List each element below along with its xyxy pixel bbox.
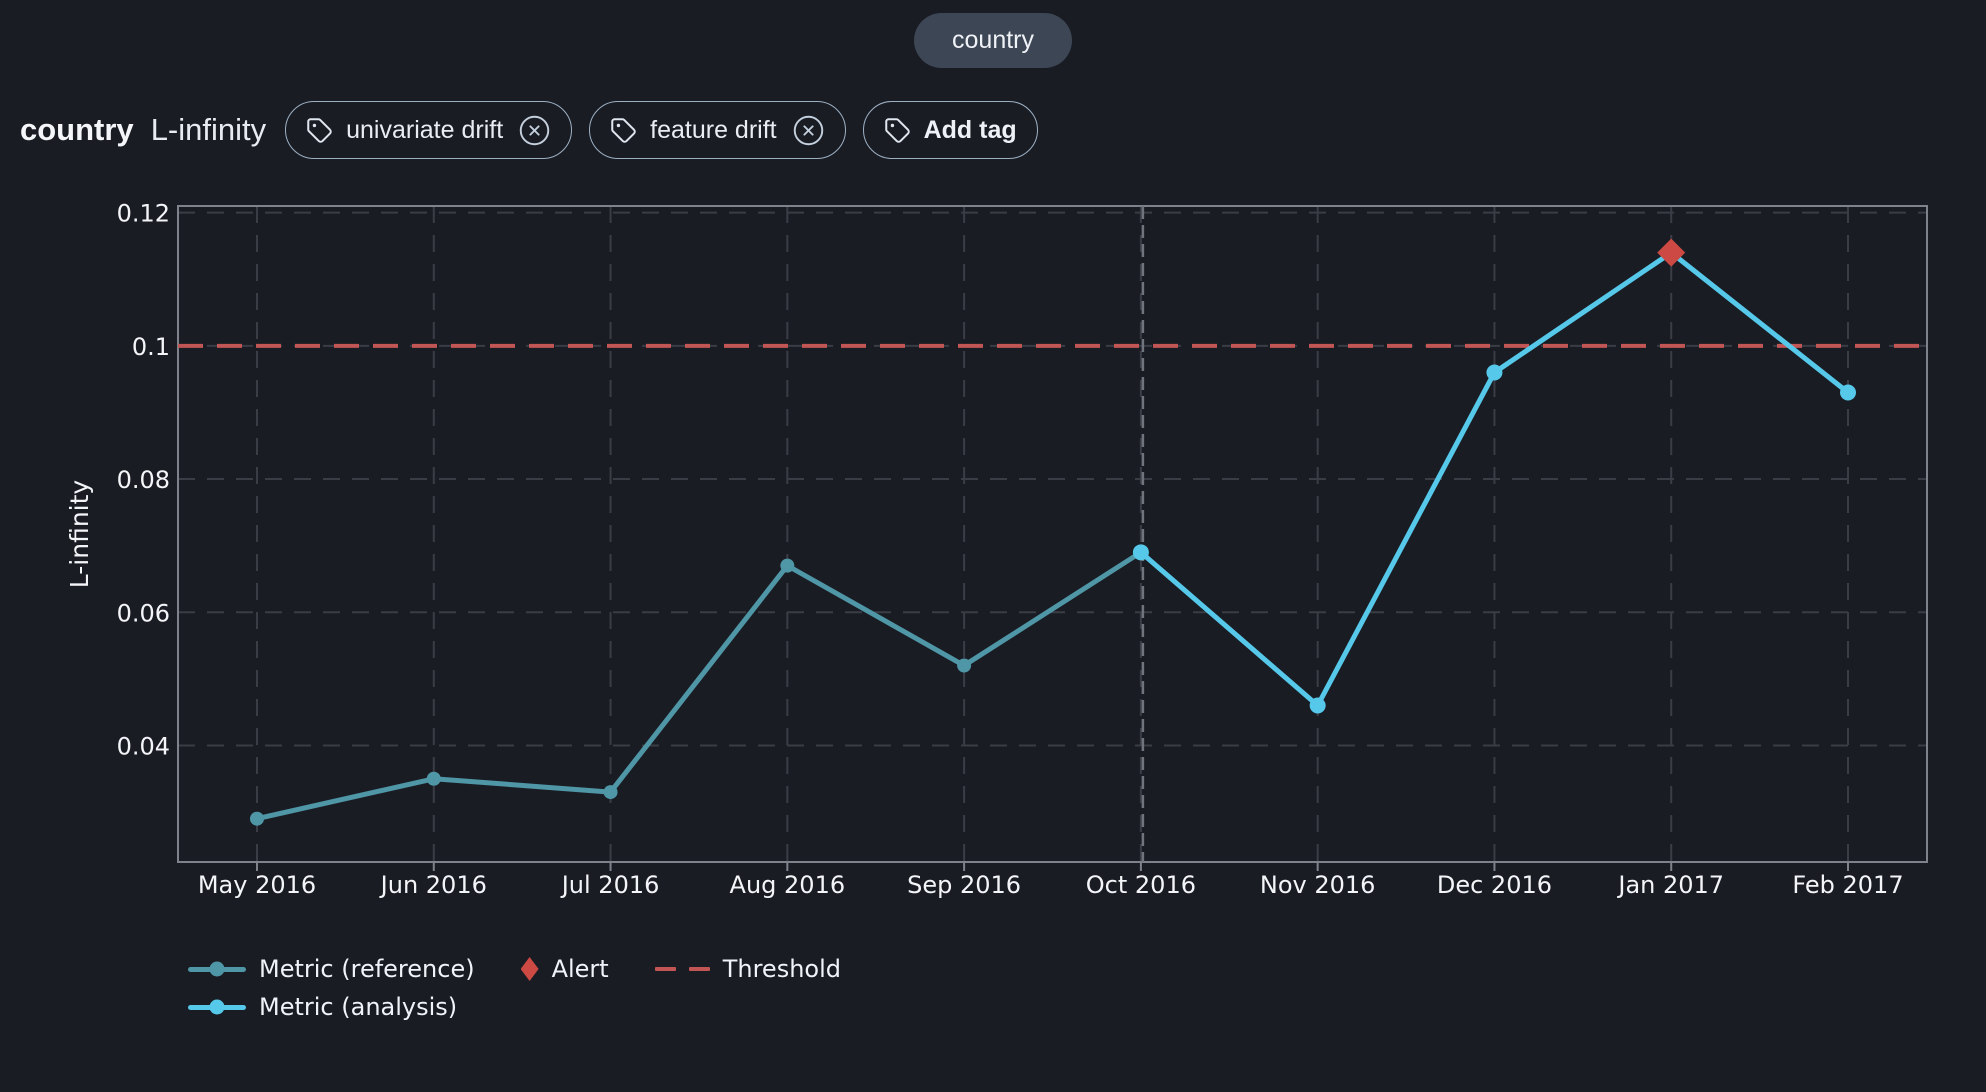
tag-icon [884, 117, 911, 144]
y-tick-label: 0.06 [117, 599, 170, 627]
y-tick-label: 0.12 [117, 200, 170, 228]
tag-label: univariate drift [346, 116, 503, 145]
data-point-metric-reference[interactable] [604, 785, 618, 799]
legend-item-alert[interactable]: Alert [521, 955, 609, 983]
series-line-metric-reference [257, 552, 1141, 818]
tag-icon [306, 117, 333, 144]
legend-label: Alert [552, 955, 609, 983]
x-tick-label: Jul 2016 [560, 871, 660, 899]
data-point-metric-analysis[interactable] [1133, 544, 1149, 560]
x-tick-label: Sep 2016 [907, 871, 1021, 899]
threshold-dash-swatch [655, 967, 710, 971]
data-point-metric-analysis[interactable] [1310, 697, 1326, 713]
x-tick-label: Aug 2016 [730, 871, 846, 899]
chart-legend: Metric (reference) Alert Threshold Metri… [188, 950, 887, 1026]
column-title: country [20, 112, 134, 148]
legend-item-metric-reference[interactable]: Metric (reference) [188, 955, 475, 983]
data-point-metric-analysis[interactable] [1486, 364, 1502, 380]
metric-title: L-infinity [151, 112, 266, 148]
close-icon [518, 114, 551, 147]
legend-item-metric-analysis[interactable]: Metric (analysis) [188, 993, 457, 1021]
y-axis-title: L-infinity [65, 480, 94, 589]
data-point-metric-reference[interactable] [957, 659, 971, 673]
plot-area: 0.04 0.06 0.08 0.1 0.12 May 2016 Jun 2016 Jul 2… [117, 200, 1927, 899]
add-tag-label: Add tag [924, 116, 1017, 145]
data-point-metric-analysis[interactable] [1840, 384, 1856, 400]
legend-row: Metric (reference) Alert Threshold [188, 950, 887, 988]
alert-diamond-swatch [521, 957, 539, 981]
x-tick-label: Dec 2016 [1437, 871, 1552, 899]
close-icon [792, 114, 825, 147]
legend-label: Metric (analysis) [259, 993, 457, 1021]
data-point-metric-reference[interactable] [427, 772, 441, 786]
column-badge: country [914, 13, 1072, 68]
y-tick-label: 0.04 [117, 732, 170, 760]
y-tick-label: 0.08 [117, 466, 170, 494]
legend-item-threshold[interactable]: Threshold [655, 955, 841, 983]
legend-label: Metric (reference) [259, 955, 475, 983]
analysis-line-swatch [188, 1005, 246, 1010]
legend-row: Metric (analysis) [188, 988, 887, 1026]
data-point-metric-reference[interactable] [250, 812, 264, 826]
remove-tag-button[interactable] [792, 114, 825, 147]
tag-icon [610, 117, 637, 144]
remove-tag-button[interactable] [518, 114, 551, 147]
x-tick-label: Oct 2016 [1086, 871, 1196, 899]
reference-line-swatch [188, 967, 246, 972]
x-tick-label: Jan 2017 [1616, 871, 1724, 899]
legend-label: Threshold [723, 955, 841, 983]
drift-chart[interactable]: 0.04 0.06 0.08 0.1 0.12 May 2016 Jun 2016 Jul 2… [0, 150, 1986, 910]
plot-border [178, 206, 1927, 862]
tag-label: feature drift [650, 116, 776, 145]
x-tick-label: Feb 2017 [1792, 871, 1903, 899]
x-tick-label: May 2016 [198, 871, 316, 899]
x-tick-label: Nov 2016 [1260, 871, 1376, 899]
y-tick-label: 0.1 [132, 333, 170, 361]
data-point-metric-reference[interactable] [780, 559, 794, 573]
x-tick-label: Jun 2016 [379, 871, 487, 899]
